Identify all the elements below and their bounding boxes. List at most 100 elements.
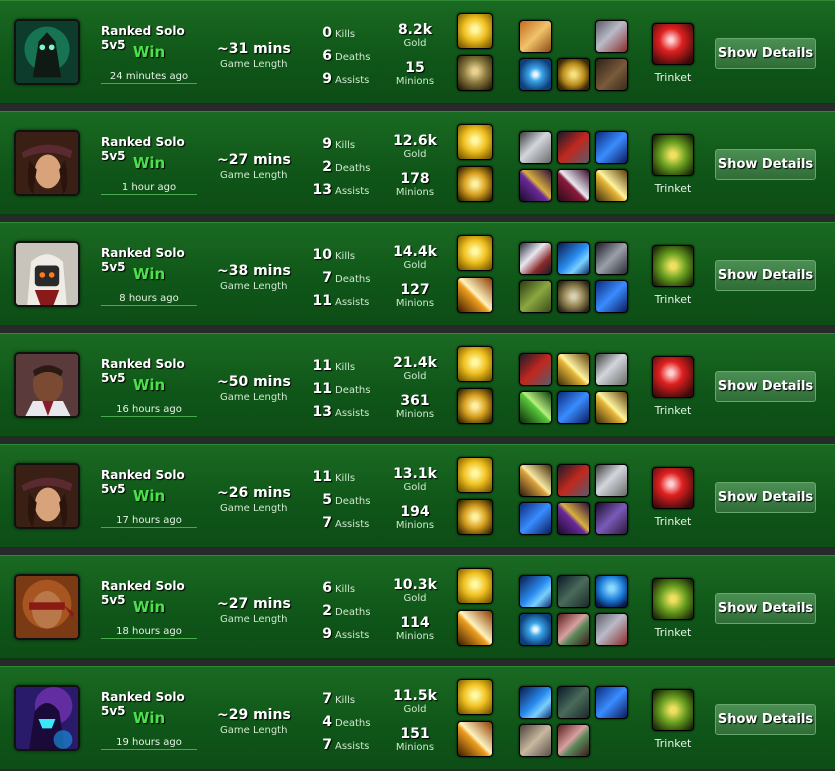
blue-eye-item-icon[interactable] <box>519 613 552 646</box>
show-details-button[interactable]: Show Details <box>715 260 816 291</box>
flash-spell-icon[interactable] <box>457 568 493 604</box>
smite-spell-icon[interactable] <box>457 721 493 757</box>
red-blade-item-icon[interactable] <box>519 353 552 386</box>
trinket-label: Trinket <box>654 515 692 528</box>
deaths-value: 4 <box>322 714 332 730</box>
assists-stat: 9 Assists <box>300 623 390 642</box>
show-details-button[interactable]: Show Details <box>715 593 816 624</box>
master-yi-portrait-icon[interactable] <box>14 241 80 307</box>
assists-stat: 7 Assists <box>300 734 390 753</box>
assists-stat: 11 Assists <box>300 290 390 309</box>
green-totem-trinket-icon[interactable] <box>652 134 694 176</box>
gold-stat: 14.4k Gold <box>380 245 450 272</box>
silver-gauntlet-item-icon[interactable] <box>595 464 628 497</box>
blue-shard-item-icon[interactable] <box>595 686 628 719</box>
blue-shard-item-icon[interactable] <box>595 131 628 164</box>
show-details-button[interactable]: Show Details <box>715 704 816 735</box>
show-details-button[interactable]: Show Details <box>715 371 816 402</box>
lee-sin-portrait-icon[interactable] <box>14 574 80 640</box>
boots-item-icon[interactable] <box>595 58 628 91</box>
thresh-portrait-icon[interactable] <box>14 19 80 85</box>
caitlyn-portrait-icon[interactable] <box>14 463 80 529</box>
armored-gauntlet-item-icon[interactable] <box>595 20 628 53</box>
kills-stat: 11 Kills <box>300 466 390 485</box>
red-rune-item-icon[interactable] <box>557 724 590 757</box>
flash-spell-icon[interactable] <box>457 13 493 49</box>
red-lens-trinket-icon[interactable] <box>652 467 694 509</box>
gold-value: 10.3k <box>393 577 437 593</box>
blue-helm-item-icon[interactable] <box>595 575 628 608</box>
purple-blade-item-icon[interactable] <box>519 169 552 202</box>
purple-blade-item-icon[interactable] <box>557 502 590 535</box>
flash-spell-icon[interactable] <box>457 679 493 715</box>
gold-sword-item-icon[interactable] <box>519 464 552 497</box>
match-result: Win <box>132 154 166 172</box>
blue-wave-item-icon[interactable] <box>557 242 590 275</box>
red-lens-trinket-icon[interactable] <box>652 23 694 65</box>
armored-gauntlet-item-icon[interactable] <box>595 613 628 646</box>
blue-shard-item-icon[interactable] <box>519 502 552 535</box>
dark-boots-item-icon[interactable] <box>557 575 590 608</box>
red-blade-item-icon[interactable] <box>557 131 590 164</box>
red-rune-item-icon[interactable] <box>557 613 590 646</box>
match-row: Ranked Solo 5v5 Win 24 minutes ago ~31 mins… <box>0 0 835 104</box>
purple-boots-item-icon[interactable] <box>595 502 628 535</box>
flash-spell-icon[interactable] <box>457 457 493 493</box>
exhaust-spell-icon[interactable] <box>457 55 493 91</box>
heal-spell-icon[interactable] <box>457 499 493 535</box>
tome-item-icon[interactable] <box>519 242 552 275</box>
minions-stat: 151 Minions <box>380 727 450 754</box>
kassadin-portrait-icon[interactable] <box>14 685 80 751</box>
flash-spell-icon[interactable] <box>457 124 493 160</box>
green-blade-item-icon[interactable] <box>519 391 552 424</box>
match-row: Ranked Solo 5v5 Win 16 hours ago ~50 mins Ga… <box>0 333 835 437</box>
gold-cloak-item-icon[interactable] <box>519 20 552 53</box>
golden-staff-item-icon[interactable] <box>595 169 628 202</box>
heal-spell-icon[interactable] <box>457 166 493 202</box>
assists-label: Assists <box>335 630 370 641</box>
assists-value: 11 <box>312 293 332 309</box>
assists-stat: 13 Assists <box>300 401 390 420</box>
red-sword-item-icon[interactable] <box>557 169 590 202</box>
silver-gauntlet-item-icon[interactable] <box>519 131 552 164</box>
match-result: Win <box>132 376 166 394</box>
red-blade-item-icon[interactable] <box>557 464 590 497</box>
silver-cape-item-icon[interactable] <box>519 724 552 757</box>
caitlyn-portrait-icon[interactable] <box>14 130 80 196</box>
green-totem-trinket-icon[interactable] <box>652 689 694 731</box>
assists-stat: 9 Assists <box>300 68 390 87</box>
deaths-stat: 7 Deaths <box>300 267 390 286</box>
match-result: Win <box>132 265 166 283</box>
blue-shard-item-icon[interactable] <box>595 280 628 313</box>
golden-staff-item-icon[interactable] <box>557 353 590 386</box>
gold-value: 11.5k <box>393 688 437 704</box>
green-totem-trinket-icon[interactable] <box>652 578 694 620</box>
green-totem-trinket-icon[interactable] <box>652 245 694 287</box>
blue-wave-item-icon[interactable] <box>519 686 552 719</box>
deaths-label: Deaths <box>335 274 371 285</box>
flash-spell-icon[interactable] <box>457 346 493 382</box>
flash-spell-icon[interactable] <box>457 235 493 271</box>
dark-boots-item-icon[interactable] <box>557 686 590 719</box>
armor-plate-item-icon[interactable] <box>595 242 628 275</box>
gold-label: Gold <box>403 149 427 160</box>
golden-staff-item-icon[interactable] <box>595 391 628 424</box>
lucian-portrait-icon[interactable] <box>14 352 80 418</box>
assists-value: 13 <box>312 182 332 198</box>
smite-spell-icon[interactable] <box>457 277 493 313</box>
smite-spell-icon[interactable] <box>457 610 493 646</box>
show-details-button[interactable]: Show Details <box>715 38 816 69</box>
blue-eye-item-icon[interactable] <box>519 58 552 91</box>
blue-shard-item-icon[interactable] <box>557 391 590 424</box>
gold-rune-item-icon[interactable] <box>557 280 590 313</box>
show-details-button[interactable]: Show Details <box>715 149 816 180</box>
match-row: Ranked Solo 5v5 Win 1 hour ago ~27 mins Game… <box>0 111 835 215</box>
silver-gauntlet-item-icon[interactable] <box>595 353 628 386</box>
green-hat-item-icon[interactable] <box>519 280 552 313</box>
heal-spell-icon[interactable] <box>457 388 493 424</box>
red-lens-trinket-icon[interactable] <box>652 356 694 398</box>
blue-wave-item-icon[interactable] <box>519 575 552 608</box>
golden-orb-item-icon[interactable] <box>557 58 590 91</box>
show-details-button[interactable]: Show Details <box>715 482 816 513</box>
game-length-value: ~27 mins <box>217 596 291 612</box>
